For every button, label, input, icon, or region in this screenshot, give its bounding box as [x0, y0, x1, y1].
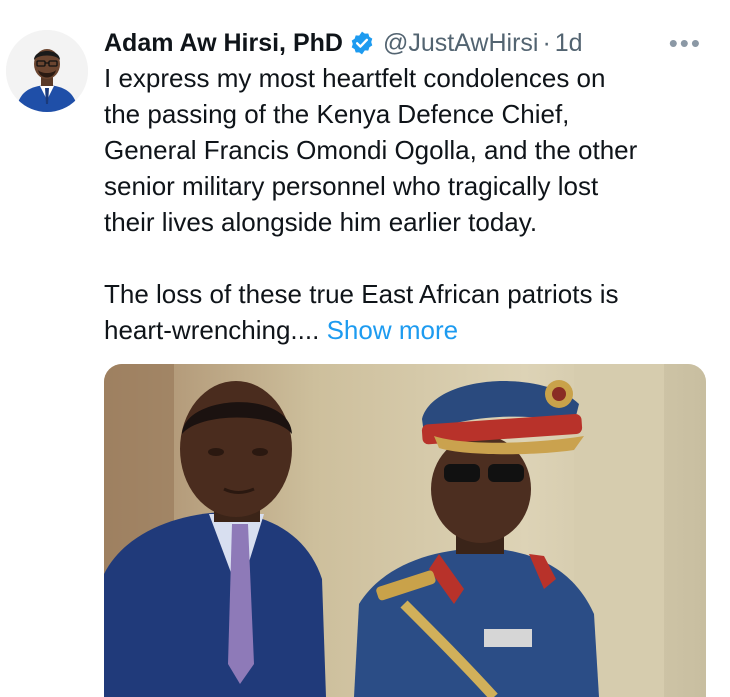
tweet-media-image[interactable]: [104, 364, 706, 697]
tweet-timestamp[interactable]: 1d: [555, 29, 583, 58]
author-avatar[interactable]: [6, 30, 88, 112]
tweet-text: I express my most heartfelt condolences …: [104, 60, 714, 348]
show-more-link[interactable]: Show more: [327, 315, 459, 345]
avatar-photo: [6, 30, 88, 112]
text-line: I express my most heartfelt condolences …: [104, 63, 606, 93]
tweet-header: Adam Aw Hirsi, PhD @JustAwHirsi · 1d •••: [104, 26, 710, 60]
verified-badge-icon: [349, 30, 375, 56]
text-line: senior military personnel who tragically…: [104, 171, 599, 201]
text-line: their lives alongside him earlier today.: [104, 207, 538, 237]
author-display-name[interactable]: Adam Aw Hirsi, PhD: [104, 29, 343, 58]
tweet[interactable]: Adam Aw Hirsi, PhD @JustAwHirsi · 1d •••…: [0, 0, 730, 697]
text-line: The loss of these true East African patr…: [104, 279, 619, 309]
media-photo: [104, 364, 706, 697]
more-horizontal-icon[interactable]: •••: [669, 26, 702, 60]
text-line-fragment: heart-wrenching....: [104, 315, 320, 345]
text-line: General Francis Omondi Ogolla, and the o…: [104, 135, 638, 165]
text-line: the passing of the Kenya Defence Chief,: [104, 99, 570, 129]
author-handle[interactable]: @JustAwHirsi: [383, 29, 539, 58]
header-separator: ·: [542, 28, 551, 57]
text-line-with-link: heart-wrenching.... Show more: [104, 312, 714, 348]
